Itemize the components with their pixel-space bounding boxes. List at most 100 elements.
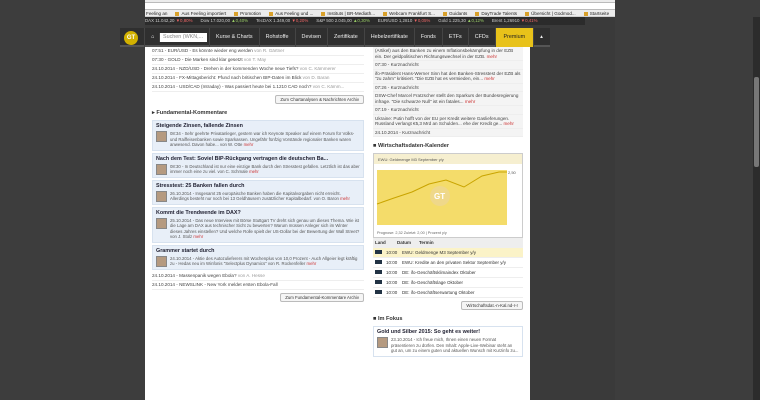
nav-item[interactable]: CFDs — [467, 28, 495, 47]
fundamental-heading[interactable]: Kommt die Trendwende im DAX? — [156, 210, 360, 216]
table-row[interactable]: 10:00 EWU: Kredite an den privaten Sektor… — [373, 258, 523, 268]
bookmark-item[interactable]: Aus Feeling importiert — [175, 10, 226, 17]
table-row[interactable]: 10:00 DE: ifo-Geschäftslage Oktober — [373, 278, 523, 288]
table-row[interactable]: 10:00 EWU: Geldmenge M3 September y/y — [373, 248, 523, 258]
chart-archive-button[interactable]: Zum Chartanalysen & Nachrichten Archiv — [275, 95, 364, 104]
bookmark-item[interactable]: Aus Feeling und ... — [269, 10, 313, 17]
news-row[interactable]: 24.10.2014 - FX-Mittagsbericht: Pfund na… — [152, 74, 364, 83]
news-row[interactable]: 24.10.2014 - Massenpanik wegen Ebola? vo… — [152, 272, 364, 281]
more-link[interactable]: mehr — [305, 261, 317, 266]
table-row[interactable]: 10:00 DE: ifo-Geschäftserwartung Oktober — [373, 288, 523, 298]
ticker-item[interactable]: DAX 11.042,20 ▼0,80% — [145, 18, 192, 23]
nav-item[interactable]: Kurse & Charts — [209, 28, 259, 47]
bookmark-item[interactable]: Startseite — [583, 10, 609, 17]
fokus-item[interactable]: Gold und Silber 2015: So geht es weiter!… — [373, 326, 523, 357]
news-text[interactable]: 24.10.2014 - NEWSLINK - New York meldet … — [152, 282, 278, 287]
nav-item[interactable]: Rohstoffe — [258, 28, 295, 47]
nav-item[interactable]: Zertifikate — [327, 28, 364, 47]
brief-row[interactable]: DSW-Chef Marcel Fratzscher stellt den Sp… — [373, 92, 523, 106]
fundamental-heading[interactable]: Grammer startet durch — [156, 248, 360, 254]
fundamental-text: 24.10.2014 - Aktie des Autozulieferers m… — [170, 255, 358, 267]
fundamental-heading[interactable]: Stresstest: 25 Banken fallen durch — [156, 183, 360, 189]
fundamental-author: von W. Otte — [219, 142, 243, 147]
brief-text[interactable]: 07:26 - Kurznachricht — [375, 85, 419, 90]
brief-row[interactable]: ifo-Präsident Hans-Werner Sinn hat den B… — [373, 70, 523, 84]
brief-text[interactable]: Ukraine: Putin hofft von der EU per Kred… — [375, 116, 509, 127]
news-row[interactable]: 24.10.2014 - USD/CAD (Intraday) - Was pa… — [152, 83, 364, 92]
news-text[interactable]: 07:30 - GOLD - Die Marken sind klar gese… — [152, 57, 244, 62]
nav-item[interactable]: Fonds — [413, 28, 442, 47]
fundamental-archive-button[interactable]: Zum Fundamental-Kommentare Archiv — [280, 292, 364, 302]
nav-dropdown-icon[interactable]: ▴ — [533, 28, 549, 47]
row-text: DE: ifo-Geschäftsklimaindex Oktober — [402, 270, 476, 275]
brief-row[interactable]: 07:30 - Kurznachricht — [373, 61, 523, 70]
calendar-button[interactable]: Wirtschaftsdat.-n-Kal.nd-r-r — [461, 301, 523, 310]
brief-row[interactable]: (Artikel) aus den Banken zu einem Inflat… — [373, 47, 523, 61]
right-background — [615, 0, 760, 400]
more-link[interactable]: mehr — [242, 142, 254, 147]
news-text[interactable]: 24.10.2014 - Massenpanik wegen Ebola? — [152, 273, 238, 278]
bookmark-item[interactable]: Webcam Frankfurt S... — [383, 10, 435, 17]
news-row[interactable]: 24.10.2014 - NZD/USD - Drehen in der kom… — [152, 65, 364, 74]
ticker-item[interactable]: Brent 1,26910 ▼0,41% — [492, 18, 538, 23]
nav-premium[interactable]: Premium — [494, 28, 534, 47]
brief-text[interactable]: DSW-Chef Marcel Fratzscher stellt den Sp… — [375, 93, 518, 104]
search-input[interactable]: Suchen (WKN,... — [159, 33, 207, 42]
ticker-item[interactable]: TecDAX 1.349,00 ▼0,20% — [256, 18, 308, 23]
brief-text[interactable]: 24.10.2014 - Kurznachricht — [375, 130, 430, 135]
ticker-item[interactable]: EUR/USD 1,2810 ▼0,05% — [378, 18, 430, 23]
news-row[interactable]: 24.10.2014 - NEWSLINK - New York meldet … — [152, 281, 364, 290]
bookmark-item[interactable]: Promotion — [234, 10, 261, 17]
fundamental-heading[interactable]: Steigende Zinsen, fallende Zinsen — [156, 123, 360, 129]
ticker-item[interactable]: Dow 17.020,00 ▲0,40% — [200, 18, 248, 23]
more-link[interactable]: mehr — [465, 99, 475, 104]
more-link[interactable]: mehr — [248, 169, 259, 174]
left-background — [0, 0, 145, 400]
brief-text[interactable]: 07:30 - Kurznachricht — [375, 62, 419, 67]
more-link[interactable]: mehr — [503, 121, 513, 126]
news-text[interactable]: 24.10.2014 - NZD/USD - Drehen in der kom… — [152, 66, 300, 71]
brief-row[interactable]: 07:19 - Kurznachricht — [373, 106, 523, 115]
fundamental-author: von C. Schmale — [217, 169, 248, 174]
home-icon[interactable]: ⌂ — [144, 28, 157, 47]
fundamental-item[interactable]: Steigende Zinsen, fallende Zinsen 08:34 -… — [152, 120, 364, 151]
news-text[interactable]: 24.10.2014 - USD/CAD (Intraday) - Was pa… — [152, 84, 313, 89]
brief-text[interactable]: ifo-Präsident Hans-Werner Sinn hat den B… — [375, 71, 520, 82]
brief-row[interactable]: 24.10.2014 - Kurznachricht — [373, 129, 523, 137]
brief-row[interactable]: Ukraine: Putin hofft von der EU per Kred… — [373, 115, 523, 129]
news-text[interactable]: 24.10.2014 - FX-Mittagsbericht: Pfund na… — [152, 75, 303, 80]
fundamental-item[interactable]: Stresstest: 25 Banken fallen durch 26.10.… — [152, 179, 364, 205]
news-text[interactable]: 07:51 - EUR/USD - Es könnte wieder eng w… — [152, 48, 254, 53]
scrollbar[interactable] — [753, 17, 760, 400]
nav-item[interactable]: Devisen — [294, 28, 327, 47]
bookmark-item[interactable]: Guidants — [442, 10, 467, 17]
folder-icon — [475, 11, 480, 16]
fundamental-item[interactable]: Kommt die Trendwende im DAX? 25.10.2014 -… — [152, 206, 364, 243]
ticker-item[interactable]: Gold 1.225,30 ▲0,12% — [438, 18, 484, 23]
nav-item[interactable]: Hebelzertifikate — [363, 28, 414, 47]
news-row[interactable]: 07:51 - EUR/USD - Es könnte wieder eng w… — [152, 47, 364, 56]
more-link[interactable]: mehr — [192, 234, 203, 239]
table-row[interactable]: 10:00 DE: ifo-Geschäftsklimaindex Oktober — [373, 268, 523, 278]
gt-logo[interactable]: GT — [124, 31, 138, 45]
news-row[interactable]: 07:30 - GOLD - Die Marken sind klar gese… — [152, 56, 364, 65]
news-author: von C. Kämm... — [312, 84, 345, 89]
scroll-thumb[interactable] — [754, 77, 759, 167]
fundamental-item[interactable]: Grammer startet durch 24.10.2014 - Aktie … — [152, 244, 364, 270]
brief-text[interactable]: 07:19 - Kurznachricht — [375, 107, 419, 112]
brief-row[interactable]: 07:26 - Kurznachricht — [373, 84, 523, 92]
bookmark-item[interactable]: Instituts | BR-Mediath... — [321, 10, 375, 17]
fokus-heading[interactable]: Gold und Silber 2015: So geht es weiter! — [377, 329, 519, 335]
more-link[interactable]: mehr — [487, 54, 497, 59]
fundamental-heading[interactable]: Nach dem Test: Soviel BIP-Rückgang vertr… — [156, 156, 360, 162]
bookmark-item[interactable]: DayTrade Talents — [475, 10, 517, 17]
fundamental-item[interactable]: Nach dem Test: Soviel BIP-Rückgang vertr… — [152, 152, 364, 178]
flag-icon — [375, 290, 382, 294]
more-link[interactable]: mehr — [484, 76, 494, 81]
bookmark-item[interactable]: Übersicht | Godmod... — [525, 10, 576, 17]
more-link[interactable]: mehr — [339, 196, 350, 201]
ticker-item[interactable]: S&P 500 2.045,00 ▲0,30% — [316, 18, 370, 23]
nav-item[interactable]: ETFs — [441, 28, 468, 47]
table-header: Termin — [419, 240, 434, 245]
fundamental-author: von R. Rockenfeller — [267, 261, 306, 266]
